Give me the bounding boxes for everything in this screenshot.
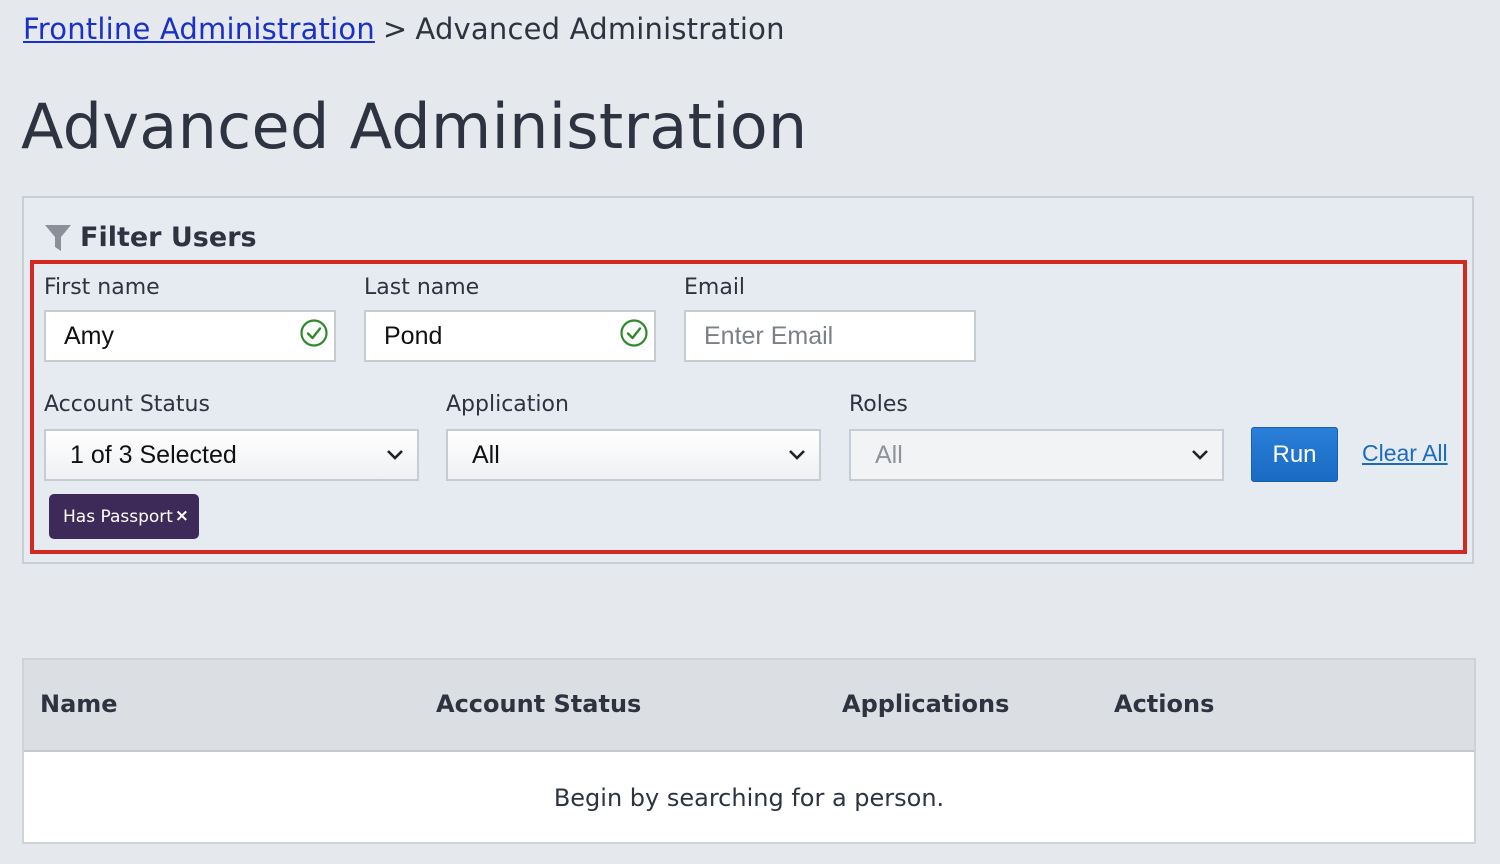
filter-heading-label: Filter Users [80,222,257,253]
clear-all-link[interactable]: Clear All [1362,440,1448,467]
results-table-header: Name Account Status Applications Actions [24,660,1474,752]
column-header-applications[interactable]: Applications [842,690,1009,718]
chevron-down-icon [385,447,405,463]
filter-heading: Filter Users [44,222,257,253]
filter-highlight-box [30,260,1467,554]
account-status-label: Account Status [44,392,210,417]
account-status-value: 1 of 3 Selected [70,441,237,470]
email-label: Email [684,275,745,300]
column-header-account-status[interactable]: Account Status [436,690,641,718]
email-input[interactable] [684,310,976,362]
results-table: Name Account Status Applications Actions… [22,658,1476,844]
valid-check-icon [619,318,649,348]
application-value: All [472,441,500,470]
filter-tag-label: Has Passport [63,507,173,527]
breadcrumb-current: Advanced Administration [415,12,784,46]
first-name-label: First name [44,275,160,300]
breadcrumb: Frontline Administration>Advanced Admini… [23,12,785,46]
chevron-down-icon [1190,447,1210,463]
last-name-input[interactable] [364,310,656,362]
account-status-select[interactable]: 1 of 3 Selected [44,429,419,481]
application-select[interactable]: All [446,429,821,481]
page-title: Advanced Administration [21,90,808,163]
run-button[interactable]: Run [1251,427,1338,482]
roles-value: All [875,441,903,470]
last-name-label: Last name [364,275,479,300]
roles-select[interactable]: All [849,429,1224,481]
filter-icon [44,223,72,253]
remove-tag-icon[interactable]: × [175,506,189,526]
roles-label: Roles [849,392,908,417]
application-label: Application [446,392,569,417]
column-header-name[interactable]: Name [40,690,118,718]
empty-results-message: Begin by searching for a person. [24,784,1474,812]
valid-check-icon [299,318,329,348]
breadcrumb-link-frontline-administration[interactable]: Frontline Administration [23,12,375,46]
chevron-down-icon [787,447,807,463]
column-header-actions: Actions [1114,690,1214,718]
filter-tag-has-passport: Has Passport × [49,494,199,539]
breadcrumb-separator: > [383,12,408,46]
first-name-input[interactable] [44,310,336,362]
